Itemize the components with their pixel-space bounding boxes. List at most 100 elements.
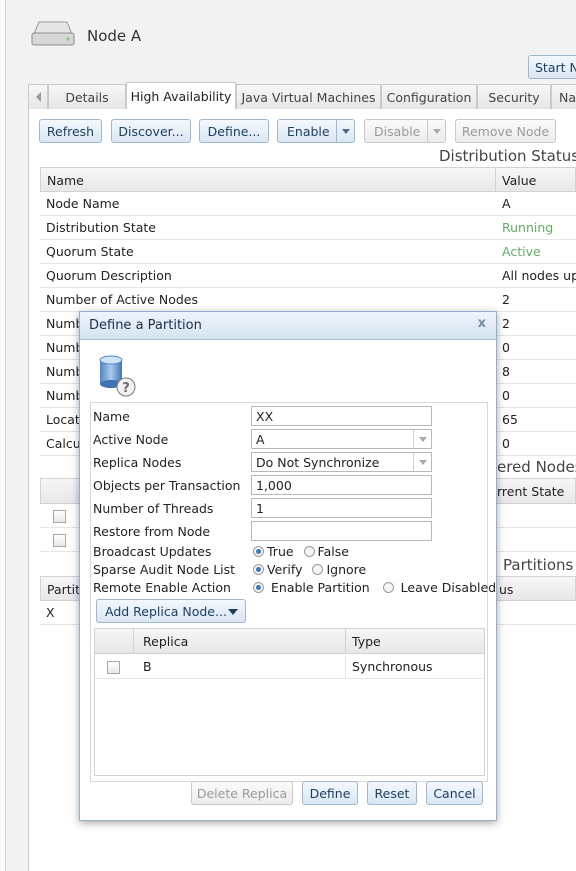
tab-java-virtual-machines[interactable]: Java Virtual Machines <box>236 84 381 109</box>
svg-text:?: ? <box>122 381 130 396</box>
page-title: Node A <box>87 27 142 45</box>
row-checkbox[interactable] <box>53 510 66 523</box>
column-replica[interactable]: Replica <box>143 634 188 649</box>
row-name: Numb <box>46 364 84 379</box>
replica-type: Synchronous <box>352 659 433 674</box>
row-value: Active <box>502 244 541 259</box>
row-value: 65 <box>502 412 518 427</box>
chevron-down-icon[interactable] <box>413 430 431 448</box>
leave-disabled-label: Leave Disabled <box>400 580 497 595</box>
number-of-threads-input[interactable]: 1 <box>251 498 432 518</box>
objects-per-transaction-input[interactable]: 1,000 <box>251 475 432 495</box>
replica-nodes-value: Do Not Synchronize <box>256 455 380 470</box>
row-value: 2 <box>502 316 510 331</box>
table-row: Distribution State Running <box>40 216 576 240</box>
tab-high-availability[interactable]: High Availability <box>126 82 236 109</box>
node-icon <box>30 20 76 46</box>
row-value: All nodes up <box>502 268 576 283</box>
column-status[interactable]: us <box>499 582 513 597</box>
row-checkbox[interactable] <box>53 534 66 547</box>
row-value: 2 <box>502 292 510 307</box>
add-replica-node-button[interactable]: Add Replica Node... <box>96 599 246 623</box>
number-of-threads-label: Number of Threads <box>93 501 214 516</box>
column-type[interactable]: Type <box>352 634 381 649</box>
broadcast-false-radio[interactable] <box>303 546 315 557</box>
reset-button[interactable]: Reset <box>367 781 417 805</box>
define-button[interactable]: Define... <box>199 119 269 143</box>
row-name: Quorum Description <box>46 268 172 283</box>
column-partition[interactable]: Partit <box>47 582 80 597</box>
partitions-heading: Partitions <box>503 556 574 574</box>
replica-name: B <box>143 659 152 674</box>
broadcast-updates-group: True False <box>253 544 349 559</box>
tab-security[interactable]: Security <box>477 84 551 109</box>
status-grid-header: Name Value <box>40 167 576 192</box>
row-name: Locat <box>46 412 80 427</box>
broadcast-true-radio[interactable] <box>253 546 264 557</box>
replica-nodes-select[interactable]: Do Not Synchronize <box>251 452 432 472</box>
distribution-status-heading: Distribution Status <box>439 147 576 165</box>
active-node-value: A <box>256 432 265 447</box>
sparse-verify-label: Verify <box>267 562 303 577</box>
discovered-nodes-heading: ered Nodes <box>497 458 576 476</box>
row-name: Quorum State <box>46 244 134 259</box>
restore-from-node-label: Restore from Node <box>93 524 211 539</box>
add-replica-node-label: Add Replica Node... <box>105 603 227 619</box>
row-value: 0 <box>502 340 510 355</box>
active-node-select[interactable]: A <box>251 429 432 449</box>
sparse-audit-group: Verify Ignore <box>253 562 366 577</box>
restore-from-node-input[interactable] <box>251 521 432 541</box>
define-partition-button[interactable]: Define <box>302 781 358 805</box>
replica-table: Replica Type B Synchronous <box>94 628 485 776</box>
partition-name: X <box>46 605 55 620</box>
sparse-ignore-label: Ignore <box>326 562 367 577</box>
enable-menu-icon[interactable] <box>336 120 354 142</box>
table-row: Quorum State Active <box>40 240 576 264</box>
tab-configuration[interactable]: Configuration <box>381 84 477 109</box>
leave-disabled-radio[interactable] <box>382 582 394 593</box>
tab-scroll-left[interactable] <box>28 84 48 109</box>
replica-table-header: Replica Type <box>95 629 484 654</box>
left-panel <box>0 0 6 871</box>
define-partition-dialog: Define a Partition x ? Name XX Active No… <box>79 311 497 821</box>
sparse-verify-radio[interactable] <box>253 564 264 575</box>
objects-per-transaction-label: Objects per Transaction <box>93 478 241 493</box>
table-row[interactable]: B Synchronous <box>95 655 484 679</box>
start-node-button[interactable]: Start N <box>528 55 576 79</box>
tab-details[interactable]: Details <box>48 84 126 109</box>
column-divider <box>345 629 346 654</box>
column-name[interactable]: Name <box>47 173 84 188</box>
database-help-icon: ? <box>97 354 139 398</box>
column-divider <box>133 629 134 654</box>
broadcast-updates-label: Broadcast Updates <box>93 544 212 559</box>
row-name: Numb <box>46 340 84 355</box>
sparse-audit-label: Sparse Audit Node List <box>93 562 236 577</box>
replica-nodes-label: Replica Nodes <box>93 455 182 470</box>
sparse-ignore-radio[interactable] <box>312 564 324 575</box>
cancel-button[interactable]: Cancel <box>426 781 483 805</box>
disable-label: Disable <box>374 123 421 139</box>
remove-node-button: Remove Node <box>455 119 556 143</box>
name-input[interactable]: XX <box>251 406 432 426</box>
column-current-state[interactable]: rrent State <box>497 484 564 499</box>
active-node-label: Active Node <box>93 432 169 447</box>
broadcast-false-label: False <box>317 544 349 559</box>
table-row: Number of Active Nodes 2 <box>40 288 576 312</box>
refresh-button[interactable]: Refresh <box>39 119 102 143</box>
enable-button[interactable]: Enable <box>277 119 355 143</box>
chevron-down-icon[interactable] <box>413 453 431 471</box>
tab-more[interactable]: Na <box>551 84 576 109</box>
dialog-title-bar[interactable]: Define a Partition x <box>80 312 496 340</box>
name-label: Name <box>93 409 130 424</box>
column-value[interactable]: Value <box>502 173 536 188</box>
disable-button: Disable <box>364 119 446 143</box>
enable-partition-radio[interactable] <box>253 582 264 593</box>
delete-replica-button: Delete Replica <box>191 781 293 805</box>
row-name: Numb <box>46 388 84 403</box>
column-divider <box>345 655 346 679</box>
remote-enable-label: Remote Enable Action <box>93 580 231 595</box>
close-icon[interactable]: x <box>478 316 486 331</box>
row-name: Number of Active Nodes <box>46 292 198 307</box>
replica-checkbox[interactable] <box>107 661 120 674</box>
discover-button[interactable]: Discover... <box>111 119 191 143</box>
